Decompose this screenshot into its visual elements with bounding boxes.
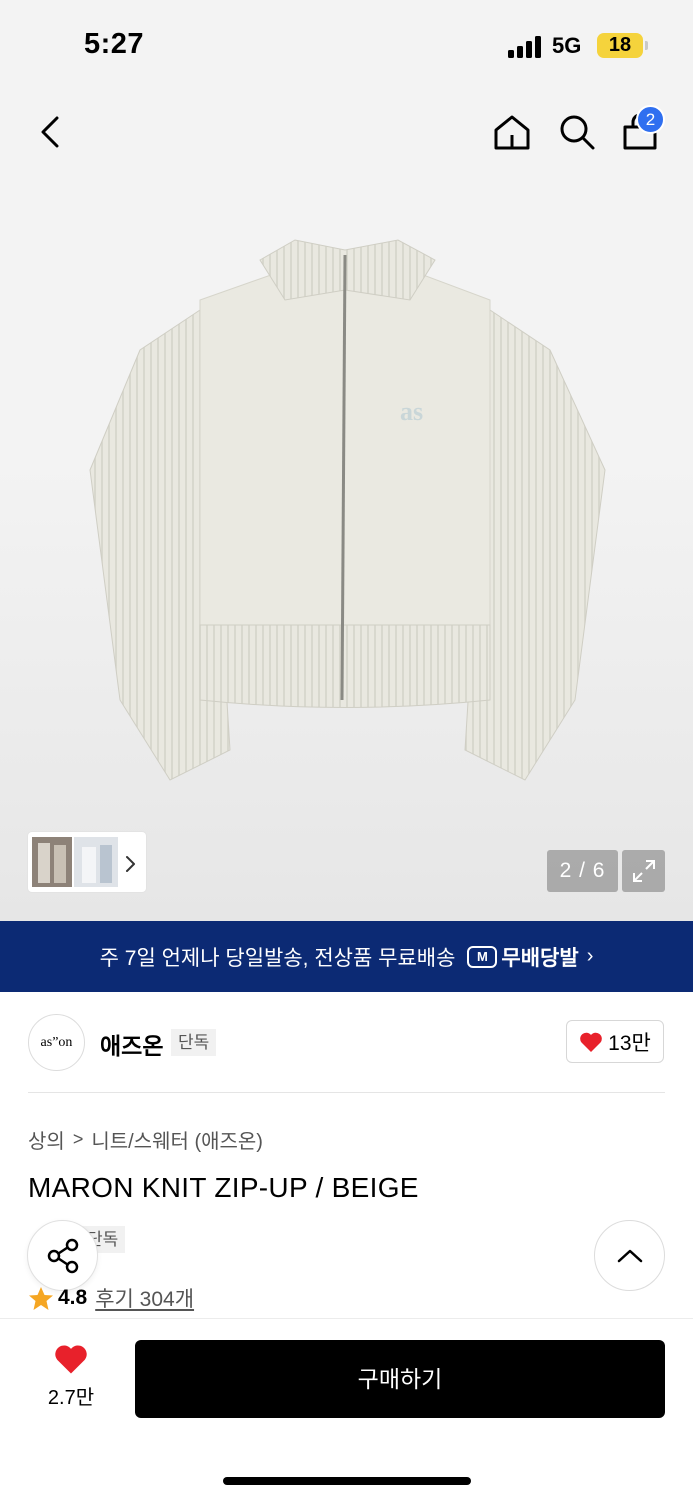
- breadcrumb-item[interactable]: 상의: [28, 1125, 65, 1154]
- wishlist-count: 2.7만: [47, 1387, 95, 1409]
- buy-button[interactable]: 구매하기: [135, 1340, 665, 1418]
- battery-tip: [645, 41, 648, 50]
- brand-like-button[interactable]: 13만: [566, 1020, 664, 1063]
- brand-like-count: 13만: [608, 1031, 651, 1055]
- banner-text: 주 7일 언제나 당일발송, 전상품 무료배송: [99, 946, 456, 970]
- reviews-link[interactable]: 후기 304개: [95, 1283, 194, 1313]
- cart-count-badge: 2: [636, 105, 665, 134]
- svg-text:as: as: [400, 397, 423, 426]
- brand-logo[interactable]: as”on: [28, 1014, 85, 1071]
- search-button[interactable]: [555, 110, 599, 154]
- breadcrumb: 상의 > 니트/스웨터 (애즈온): [28, 1125, 263, 1154]
- wishlist-button[interactable]: 2.7만: [28, 1343, 114, 1418]
- chevron-left-icon: [41, 116, 59, 148]
- share-button[interactable]: [27, 1220, 98, 1291]
- exclusive-badge: 단독: [171, 1029, 217, 1056]
- shipping-banner[interactable]: 주 7일 언제나 당일발송, 전상품 무료배송 M 무배당발 ›: [0, 921, 693, 992]
- gallery-counter: 2 / 6: [547, 850, 618, 892]
- banner-logo-text: 무배당발: [501, 946, 579, 970]
- expand-icon: [632, 860, 655, 882]
- chevron-up-icon: [617, 1249, 642, 1262]
- thumbnail-images: [32, 837, 118, 887]
- free-shipping-logo: M 무배당발: [467, 942, 579, 972]
- home-icon: [494, 115, 530, 150]
- product-title: MARON KNIT ZIP-UP / BEIGE: [28, 1172, 419, 1203]
- back-button[interactable]: [28, 110, 72, 154]
- chevron-right-icon: >: [72, 1129, 84, 1149]
- battery-indicator: 18: [597, 33, 643, 58]
- truck-icon: M: [467, 945, 498, 968]
- rating-row: 4.8 후기 304개: [28, 1283, 194, 1313]
- share-icon: [47, 1238, 78, 1273]
- breadcrumb-item[interactable]: 니트/스웨터 (애즈온): [91, 1125, 263, 1154]
- product-image[interactable]: as: [80, 230, 615, 790]
- network-label: 5G: [552, 33, 582, 58]
- chevron-right-icon: ›: [586, 945, 594, 967]
- search-icon: [560, 115, 595, 150]
- star-icon: [29, 1286, 53, 1310]
- fullscreen-button[interactable]: [622, 850, 665, 892]
- heart-icon: [55, 1345, 87, 1374]
- signal-icon: [508, 36, 541, 58]
- divider: [28, 1092, 665, 1093]
- home-indicator: [223, 1477, 471, 1485]
- status-bar: 5:27 5G 18: [0, 0, 693, 92]
- home-button[interactable]: [490, 110, 534, 154]
- heart-icon: [580, 1032, 602, 1052]
- brand-name[interactable]: 애즈온: [100, 1027, 163, 1061]
- chevron-right-icon[interactable]: [124, 855, 136, 873]
- rating-value: 4.8: [58, 1286, 88, 1309]
- status-time: 5:27: [84, 28, 145, 60]
- scroll-top-button[interactable]: [594, 1220, 665, 1291]
